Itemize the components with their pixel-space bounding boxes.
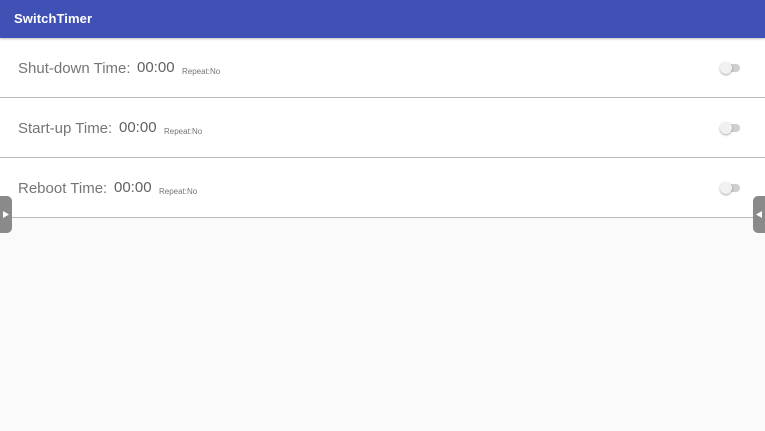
toggle-thumb: [720, 182, 732, 194]
timer-label: Start-up Time:: [18, 120, 113, 137]
startup-toggle[interactable]: [720, 122, 742, 134]
triangle-right-icon: [3, 211, 9, 218]
timer-row-shutdown[interactable]: Shut-down Time: 00:00 Repeat:No: [0, 38, 765, 98]
timer-label: Reboot Time:: [18, 180, 108, 197]
timer-time[interactable]: 00:00: [114, 179, 152, 196]
app-bar: SwitchTimer: [0, 0, 765, 38]
timer-repeat: Repeat:No: [182, 67, 221, 76]
app-title: SwitchTimer: [14, 11, 93, 26]
timer-repeat: Repeat:No: [164, 127, 203, 136]
toggle-thumb: [720, 122, 732, 134]
timer-label: Shut-down Time:: [18, 60, 131, 77]
timer-row-startup[interactable]: Start-up Time: 00:00 Repeat:No: [0, 98, 765, 158]
timer-list: Shut-down Time: 00:00 Repeat:No Start-up…: [0, 38, 765, 218]
left-side-handle[interactable]: [0, 196, 12, 233]
triangle-left-icon: [756, 211, 762, 218]
toggle-thumb: [720, 62, 732, 74]
timer-time[interactable]: 00:00: [119, 119, 157, 136]
timer-repeat: Repeat:No: [159, 187, 198, 196]
shutdown-toggle[interactable]: [720, 62, 742, 74]
reboot-toggle[interactable]: [720, 182, 742, 194]
timer-time[interactable]: 00:00: [137, 59, 175, 76]
timer-row-reboot[interactable]: Reboot Time: 00:00 Repeat:No: [0, 158, 765, 218]
right-side-handle[interactable]: [753, 196, 765, 233]
